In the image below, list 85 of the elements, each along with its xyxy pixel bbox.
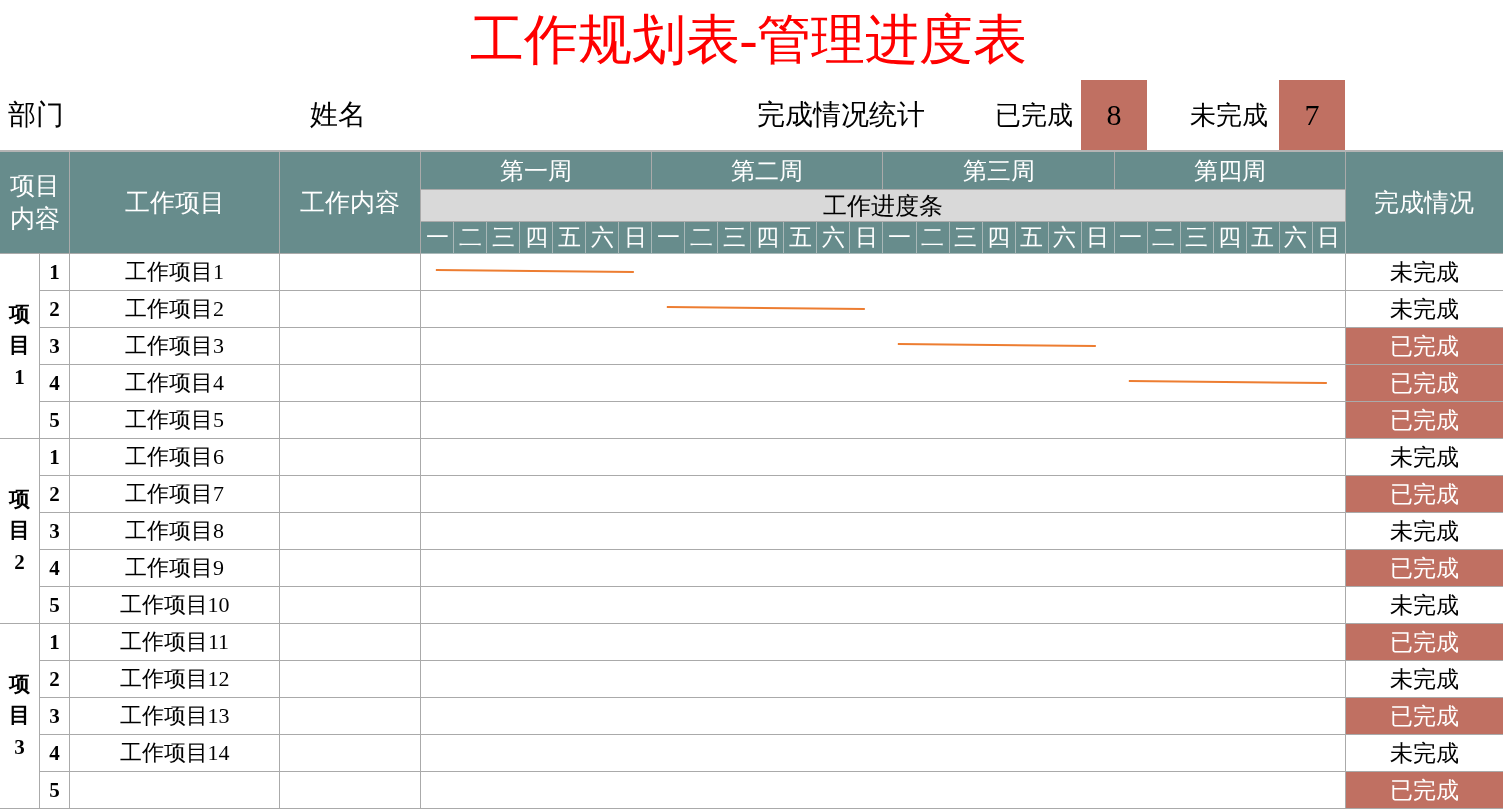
table-cell: 工作项目13 (70, 698, 280, 735)
header-cell: 五 (1246, 222, 1280, 254)
table-cell: 2 (40, 291, 70, 328)
table-cell: 工作项目7 (70, 476, 280, 513)
header-cell: 三 (1180, 222, 1214, 254)
header-cell: 四 (751, 222, 785, 254)
header-cell: 完成情况 (1346, 152, 1503, 254)
table-cell: 4 (40, 365, 70, 402)
table-cell: 5 (40, 772, 70, 809)
header-text: 项目内容 (9, 171, 60, 234)
table-cell: 工作项目3 (70, 328, 280, 365)
table-cell: 工作项目12 (70, 661, 280, 698)
table-cell: 3 (40, 698, 70, 735)
header-cell: 六 (586, 222, 620, 254)
status-cell: 已完成 (1346, 328, 1503, 365)
header-cell: 四 (982, 222, 1016, 254)
header-cell: 三 (718, 222, 752, 254)
count-cell: 8 (1081, 80, 1147, 150)
table-cell: 5 (40, 587, 70, 624)
header-cell: 工作进度条 (421, 190, 1346, 222)
header-cell: 五 (1015, 222, 1049, 254)
header-cell: 一 (1114, 222, 1148, 254)
table-cell: 工作项目2 (70, 291, 280, 328)
header-cell: 日 (850, 222, 884, 254)
table-cell: 4 (40, 550, 70, 587)
header-cell: 日 (1312, 222, 1346, 254)
header-cell: 六 (1279, 222, 1313, 254)
header-cell: 工作项目 (70, 152, 280, 254)
header-cell: 三 (949, 222, 983, 254)
table-cell: 工作项目11 (70, 624, 280, 661)
table-cell: 5 (40, 402, 70, 439)
group-label: 项目1 (9, 300, 30, 391)
header-cell: 二 (685, 222, 719, 254)
header-cell: 第四周 (1114, 152, 1346, 190)
status-cell: 已完成 (1346, 698, 1503, 735)
table-cell: 工作项目9 (70, 550, 280, 587)
table-cell: 工作项目1 (70, 254, 280, 291)
header-cell: 六 (1048, 222, 1082, 254)
status-cell: 已完成 (1346, 365, 1503, 402)
table-cell: 2 (40, 476, 70, 513)
header-cell: 三 (487, 222, 521, 254)
header-cell: 日 (619, 222, 653, 254)
header-cell: 一 (421, 222, 455, 254)
header-cell: 二 (916, 222, 950, 254)
table-cell: 1 (40, 254, 70, 291)
group-label: 项目2 (9, 485, 30, 576)
header-cell: 第一周 (421, 152, 653, 190)
sheet-title: 工作规划表-管理进度表 (469, 8, 1028, 72)
table-cell: 3 (40, 513, 70, 550)
count-cell: 7 (1279, 80, 1345, 150)
header-cell: 五 (553, 222, 587, 254)
table-cell: 工作项目8 (70, 513, 280, 550)
status-cell: 已完成 (1346, 550, 1503, 587)
header-cell: 第三周 (883, 152, 1115, 190)
table-cell: 工作项目14 (70, 735, 280, 772)
header-cell: 二 (1147, 222, 1181, 254)
table-cell: 工作项目10 (70, 587, 280, 624)
table-cell: 工作项目6 (70, 439, 280, 476)
table-cell: 3 (40, 328, 70, 365)
table-cell: 工作项目4 (70, 365, 280, 402)
header-cell: 二 (454, 222, 488, 254)
header-cell: 四 (520, 222, 554, 254)
table-cell: 工作项目5 (70, 402, 280, 439)
group-label: 项目3 (9, 670, 30, 761)
header-cell: 六 (817, 222, 851, 254)
header-cell: 五 (784, 222, 818, 254)
table-cell: 4 (40, 735, 70, 772)
header-cell: 四 (1213, 222, 1247, 254)
header-cell: 一 (652, 222, 686, 254)
field-label: 姓名 (310, 99, 366, 130)
status-cell: 已完成 (1346, 772, 1503, 809)
header-cell: 第二周 (652, 152, 884, 190)
field-label: 部门 (8, 99, 64, 130)
header-cell: 工作内容 (280, 152, 421, 254)
table-cell: 1 (40, 439, 70, 476)
header-cell: 日 (1081, 222, 1115, 254)
stats-label: 已完成 (995, 100, 1073, 130)
status-cell: 已完成 (1346, 402, 1503, 439)
stats-label: 完成情况统计 (757, 99, 925, 130)
status-cell: 已完成 (1346, 624, 1503, 661)
table-cell: 2 (40, 661, 70, 698)
table-cell: 1 (40, 624, 70, 661)
stats-label: 未完成 (1190, 100, 1268, 130)
status-cell: 已完成 (1346, 476, 1503, 513)
header-cell: 一 (883, 222, 917, 254)
